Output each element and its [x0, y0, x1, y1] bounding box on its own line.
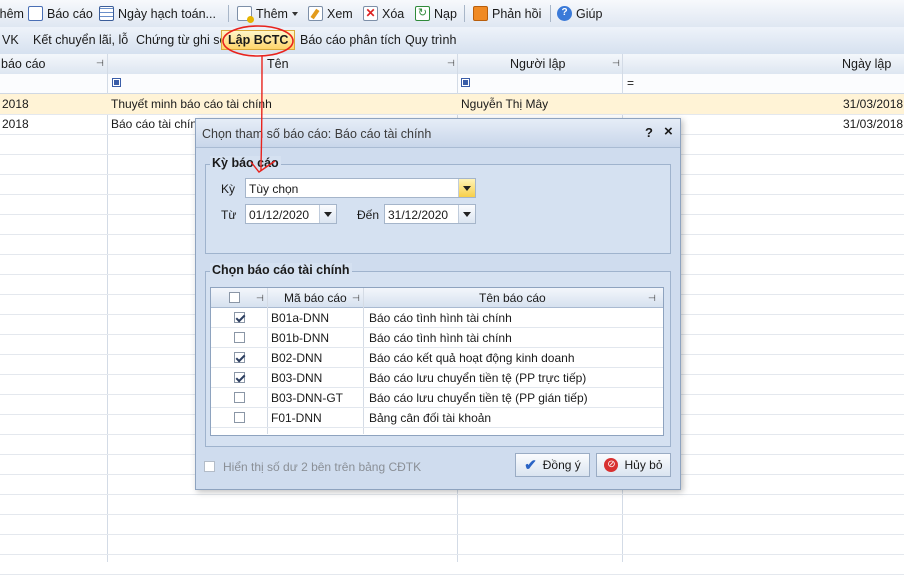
annotation-overlay [222, 25, 294, 173]
annotation-ellipse [222, 25, 294, 57]
annotation-arrow-head [250, 160, 276, 173]
annotation-arrow [260, 55, 263, 171]
